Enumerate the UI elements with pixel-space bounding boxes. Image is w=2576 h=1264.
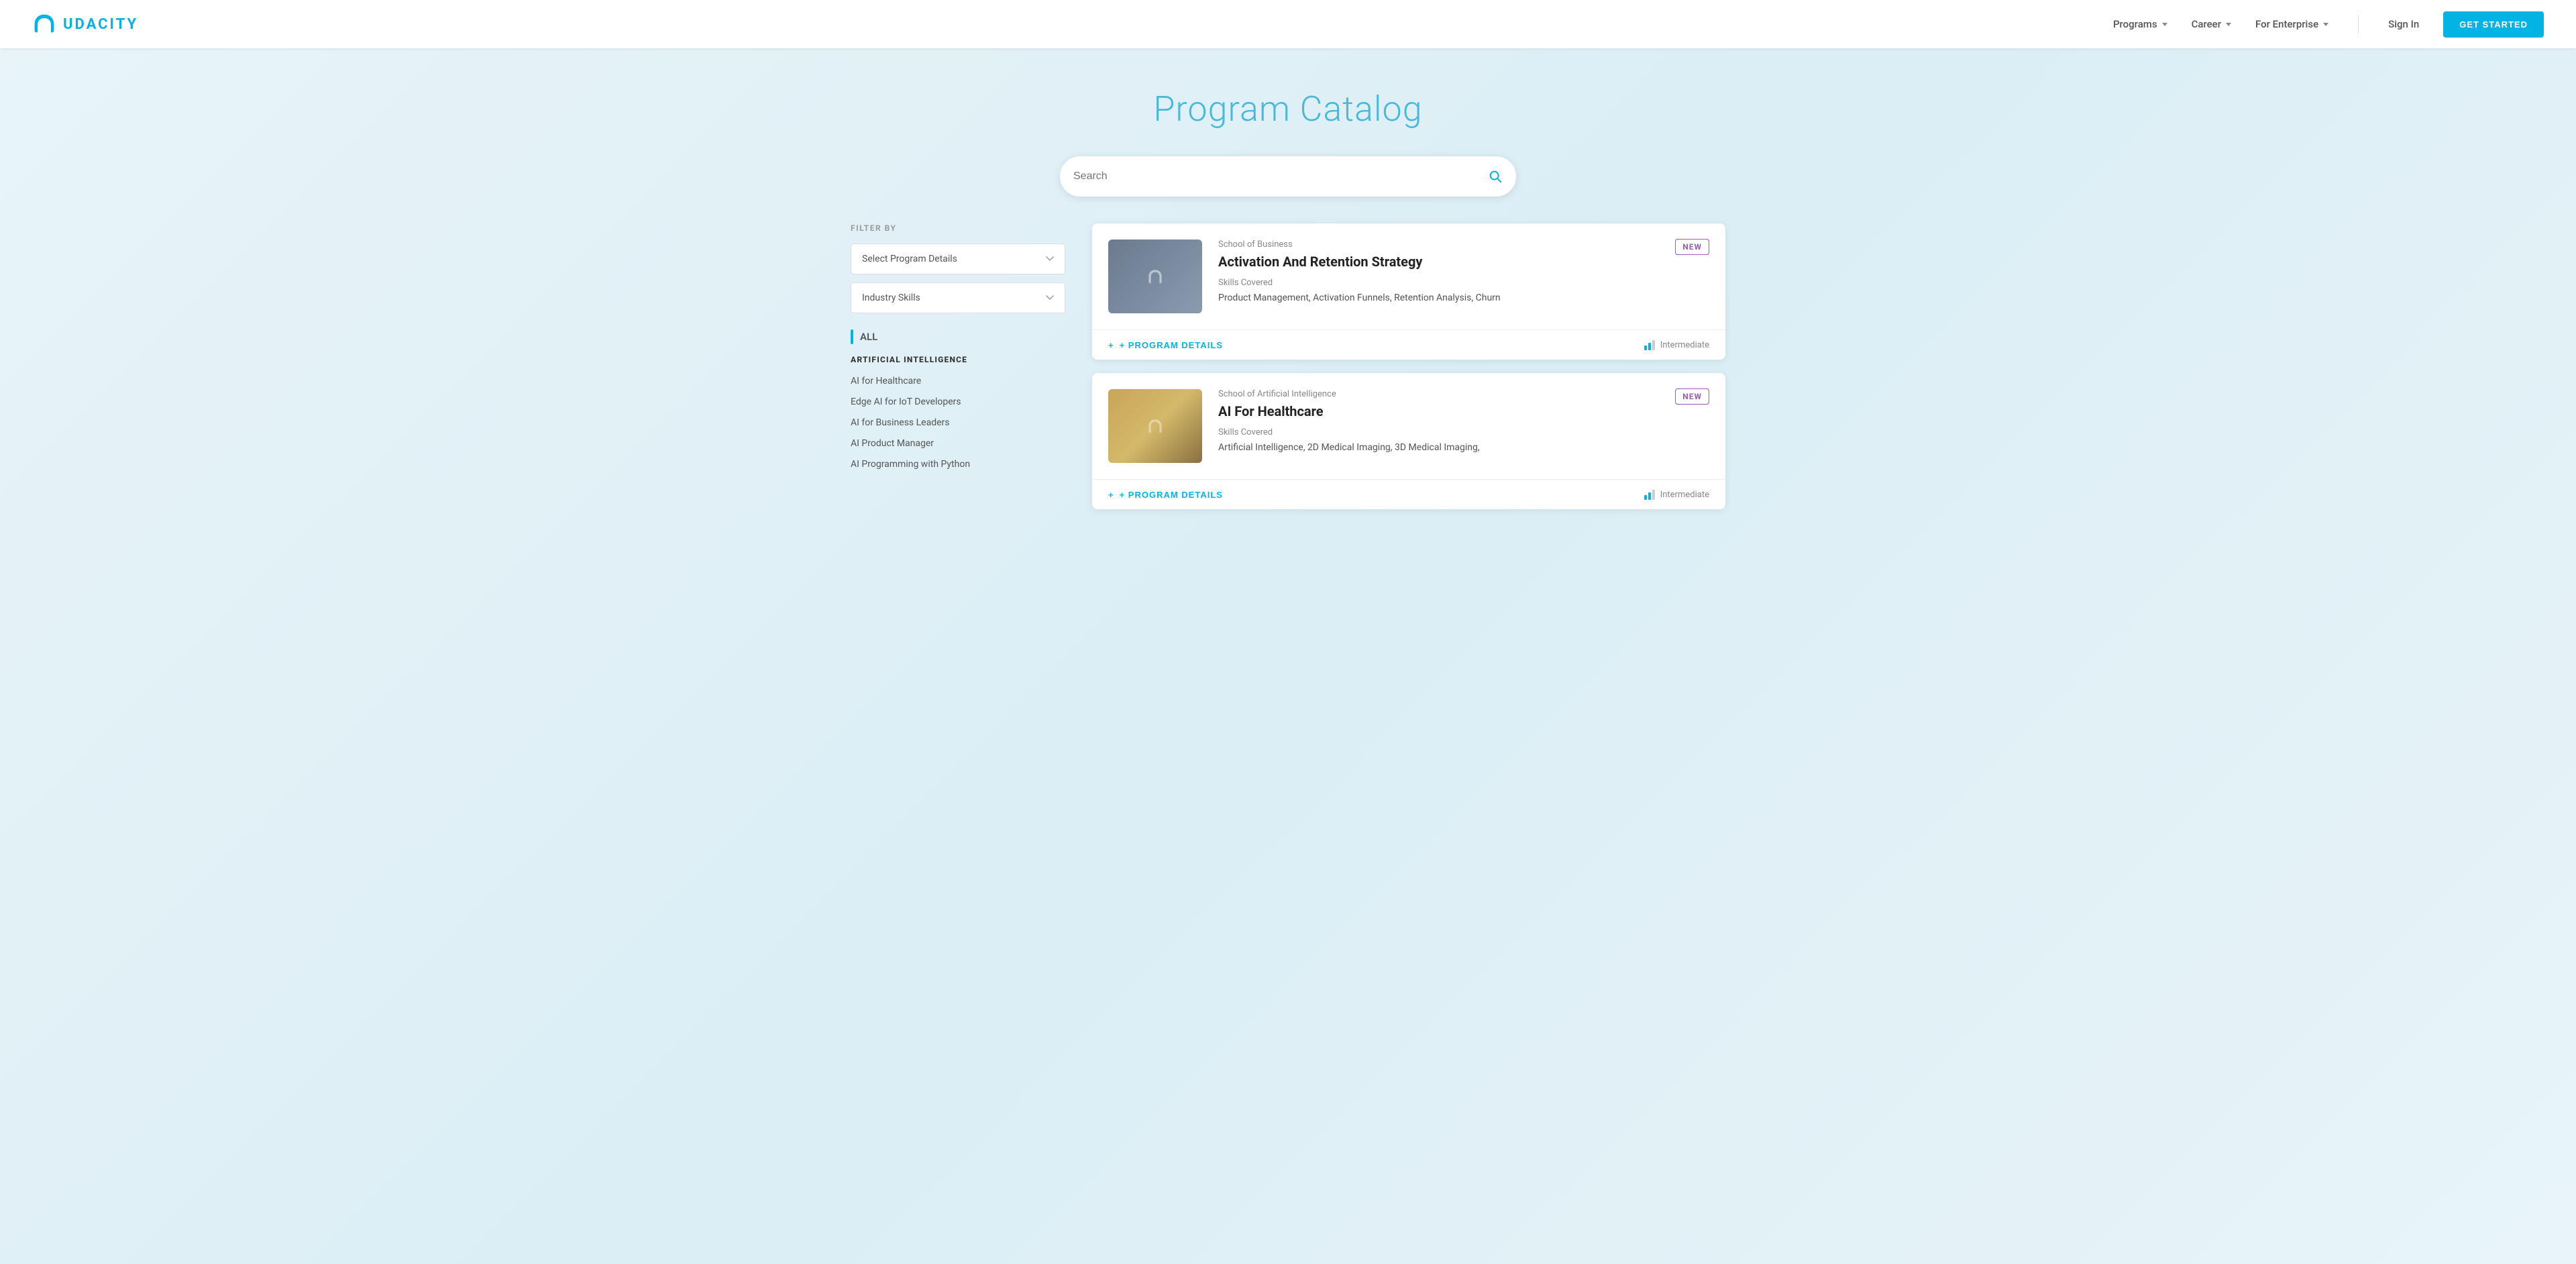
category-title: ARTIFICIAL INTELLIGENCE xyxy=(851,355,1065,364)
signin-link[interactable]: Sign In xyxy=(2388,18,2419,30)
get-started-button[interactable]: GET STARTED xyxy=(2443,11,2544,38)
main-layout: FILTER BY Select Program Details Industr… xyxy=(818,223,1758,523)
card-footer: + + PROGRAM DETAILS Intermediate xyxy=(1092,329,1725,360)
filter-program-select[interactable]: Select Program Details xyxy=(851,244,1065,274)
list-item[interactable]: AI for Healthcare xyxy=(851,371,1065,392)
program-details-button[interactable]: + + PROGRAM DETAILS xyxy=(1108,340,1223,350)
card-info: School of Business Activation And Retent… xyxy=(1218,240,1659,305)
search-icon xyxy=(1488,169,1503,184)
card-title: Activation And Retention Strategy xyxy=(1218,254,1659,270)
list-item[interactable]: AI Programming with Python xyxy=(851,454,1065,475)
program-card: School of Artificial Intelligence AI For… xyxy=(1092,373,1725,509)
logo-link[interactable]: UDACITY xyxy=(32,12,138,36)
hero-section: Program Catalog xyxy=(0,48,2576,156)
thumbnail-business xyxy=(1108,240,1202,313)
skills-label: Skills Covered xyxy=(1218,278,1659,288)
filter-label: FILTER BY xyxy=(851,223,1065,233)
search-button[interactable] xyxy=(1488,169,1503,184)
level-indicator: Intermediate xyxy=(1644,339,1709,350)
active-indicator xyxy=(851,329,853,344)
chevron-down-icon xyxy=(2162,23,2167,26)
level-bar-1 xyxy=(1644,346,1647,350)
card-badge: NEW xyxy=(1675,240,1709,252)
level-bar-2 xyxy=(1648,343,1651,350)
search-box xyxy=(1060,156,1516,197)
card-thumbnail xyxy=(1108,240,1202,313)
card-badge: NEW xyxy=(1675,389,1709,402)
plus-icon: + xyxy=(1108,340,1114,350)
chevron-down-icon xyxy=(2323,23,2328,26)
level-text: Intermediate xyxy=(1660,490,1709,500)
page-title: Program Catalog xyxy=(0,89,2576,129)
navbar: UDACITY Programs Career For Enterprise S… xyxy=(0,0,2576,48)
card-skills: Artificial Intelligence, 2D Medical Imag… xyxy=(1218,440,1659,455)
card-thumbnail xyxy=(1108,389,1202,463)
nav-divider xyxy=(2358,15,2359,34)
search-input[interactable] xyxy=(1073,170,1488,182)
udacity-u-icon xyxy=(1144,415,1166,437)
level-text: Intermediate xyxy=(1660,340,1709,350)
level-indicator: Intermediate xyxy=(1644,489,1709,500)
logo-text: UDACITY xyxy=(63,16,138,33)
level-bar-1 xyxy=(1644,495,1647,500)
card-title: AI For Healthcare xyxy=(1218,403,1659,419)
sidebar: FILTER BY Select Program Details Industr… xyxy=(851,223,1065,523)
card-school: School of Business xyxy=(1218,240,1659,250)
chevron-down-icon xyxy=(1046,254,1054,264)
list-item[interactable]: AI for Business Leaders xyxy=(851,413,1065,433)
card-info: School of Artificial Intelligence AI For… xyxy=(1218,389,1659,455)
program-details-button[interactable]: + + PROGRAM DETAILS xyxy=(1108,490,1223,500)
card-main: School of Artificial Intelligence AI For… xyxy=(1092,373,1725,479)
level-bar-3 xyxy=(1652,490,1655,500)
nav-career[interactable]: Career xyxy=(2192,18,2231,30)
skills-label: Skills Covered xyxy=(1218,427,1659,437)
content-area: School of Business Activation And Retent… xyxy=(1092,223,1725,523)
level-bars xyxy=(1644,489,1655,500)
level-bar-2 xyxy=(1648,492,1651,500)
all-filter-item[interactable]: ALL xyxy=(851,329,1065,344)
list-item[interactable]: Edge AI for IoT Developers xyxy=(851,392,1065,413)
card-school: School of Artificial Intelligence xyxy=(1218,389,1659,399)
level-bars xyxy=(1644,339,1655,350)
program-card: School of Business Activation And Retent… xyxy=(1092,223,1725,360)
udacity-u-icon xyxy=(1144,266,1166,287)
card-skills: Product Management, Activation Funnels, … xyxy=(1218,291,1659,305)
chevron-down-icon xyxy=(1046,293,1054,303)
nav-menu: Programs Career For Enterprise Sign In G… xyxy=(2113,11,2544,38)
level-bar-3 xyxy=(1652,340,1655,350)
ai-category: ARTIFICIAL INTELLIGENCE AI for Healthcar… xyxy=(851,355,1065,475)
nav-programs[interactable]: Programs xyxy=(2113,18,2167,30)
nav-enterprise[interactable]: For Enterprise xyxy=(2255,18,2328,30)
card-footer: + + PROGRAM DETAILS Intermediate xyxy=(1092,479,1725,509)
logo-icon xyxy=(32,12,56,36)
search-container xyxy=(0,156,2576,223)
filter-skills-select[interactable]: Industry Skills xyxy=(851,282,1065,313)
new-badge: NEW xyxy=(1675,239,1709,255)
chevron-down-icon xyxy=(2226,23,2231,26)
list-item[interactable]: AI Product Manager xyxy=(851,433,1065,454)
plus-icon: + xyxy=(1108,490,1114,500)
thumbnail-ai xyxy=(1108,389,1202,463)
card-main: School of Business Activation And Retent… xyxy=(1092,223,1725,329)
new-badge: NEW xyxy=(1675,388,1709,405)
